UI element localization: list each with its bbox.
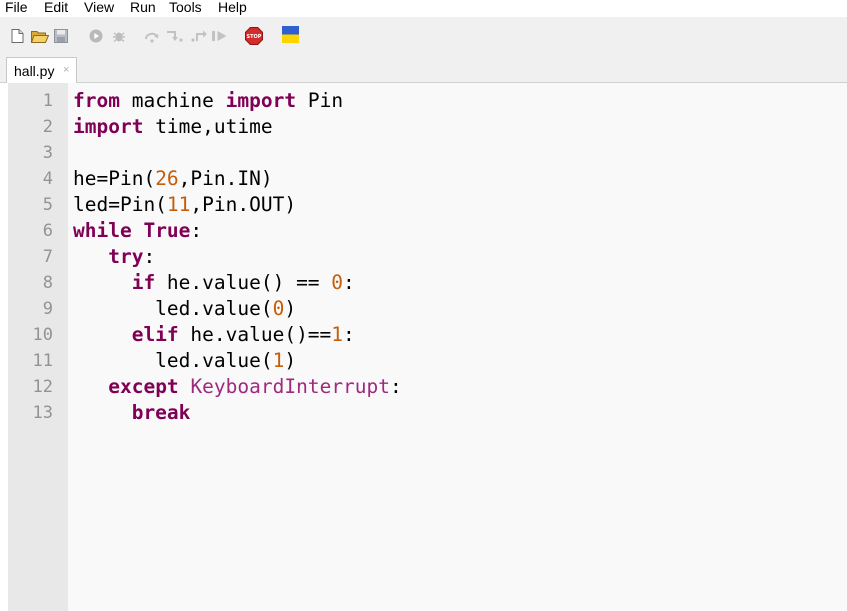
code-token: : [343,271,355,294]
code-line[interactable]: led.value(1) [73,351,296,371]
code-line[interactable]: led.value(0) [73,299,296,319]
gutter-edge [0,83,8,611]
menu-help[interactable]: Help [218,0,247,16]
keyword-token: break [131,401,191,424]
run-icon[interactable] [89,28,103,47]
number-token: 26 [155,167,179,190]
code-token: led.value( [73,297,273,320]
line-number: 5 [42,195,53,215]
tab-label: hall.py [14,63,55,79]
menu-run[interactable]: Run [130,0,156,16]
resume-icon[interactable] [211,28,228,47]
code-token: Pin [296,89,344,112]
keyword-token: try [108,245,144,268]
toolbar: STOP [0,17,847,53]
keyword-token: except [108,375,179,398]
code-token: : [143,245,156,268]
line-number: 6 [42,221,53,241]
code-line[interactable]: import time,utime [73,117,273,137]
code-line[interactable]: from machine import Pin [73,91,343,111]
line-number: 1 [42,91,53,111]
line-number: 13 [32,403,53,423]
code-token: ) [284,349,297,372]
code-line[interactable]: elif he.value()==1: [73,325,355,345]
code-line[interactable]: try: [73,247,155,267]
code-token: time,utime [143,115,273,138]
line-number: 3 [42,143,53,163]
line-number: 12 [32,377,53,397]
stop-icon[interactable]: STOP [245,27,263,49]
stop-label: STOP [247,34,262,40]
step-into-icon[interactable] [166,28,184,47]
tab-close-icon[interactable]: × [63,62,69,79]
step-over-icon[interactable] [144,28,160,47]
keyword-token: True [143,219,191,242]
debug-icon[interactable] [111,28,127,47]
menu-edit[interactable]: Edit [44,0,68,16]
code-token: he.value()== [178,323,332,346]
keyword-token: import [73,115,144,138]
line-number: 11 [32,351,53,371]
save-icon[interactable] [54,28,68,47]
code-token: ,Pin.IN) [178,167,273,190]
code-token: ) [284,297,297,320]
number-token: 11 [166,193,191,216]
code-token: : [343,323,355,346]
new-file-icon[interactable] [11,28,24,47]
code-token: machine [119,89,226,112]
step-out-icon[interactable] [190,28,208,47]
code-line[interactable]: he=Pin(26,Pin.IN) [73,169,273,189]
open-folder-icon[interactable] [30,28,50,47]
tab-hall-py[interactable]: hall.py × [6,57,77,84]
code-token: he=Pin( [73,167,156,190]
code-token: : [390,375,402,398]
number-token: 1 [272,349,285,372]
code-line[interactable]: break [73,401,191,424]
line-number: 2 [42,117,53,137]
tab-bar: hall.py × [0,53,847,84]
keyword-token: elif [131,323,179,346]
line-number: 7 [42,247,53,267]
line-number: 10 [32,325,53,345]
code-line[interactable]: while True: [73,221,202,241]
keyword-token: import [225,89,297,112]
code-token: he.value() == [155,271,332,294]
code-token: led.value( [73,349,273,372]
code-line[interactable]: led=Pin(11,Pin.OUT) [73,195,296,215]
code-token: led=Pin( [73,193,167,216]
menu-tools[interactable]: Tools [169,0,202,16]
class-token: KeyboardInterrupt [190,375,391,398]
number-token: 1 [331,323,344,346]
keyword-token: from [73,89,120,112]
code-line[interactable]: if he.value() == 0: [73,273,355,293]
code-token: : [190,219,203,242]
keyword-token: while [73,219,132,242]
menu-view[interactable]: View [84,0,114,16]
line-number: 9 [42,299,53,319]
ukraine-flag-icon [282,26,299,47]
line-number: 8 [42,273,53,293]
menu-file[interactable]: File [5,0,28,16]
code-token: ,Pin.OUT) [190,193,297,216]
number-token: 0 [272,297,285,320]
menu-bar: File Edit View Run Tools Help [0,0,847,17]
code-line[interactable]: except KeyboardInterrupt: [73,377,402,397]
line-number: 4 [42,169,53,189]
code-editor[interactable] [68,83,847,611]
keyword-token: if [131,271,156,294]
number-token: 0 [331,271,344,294]
